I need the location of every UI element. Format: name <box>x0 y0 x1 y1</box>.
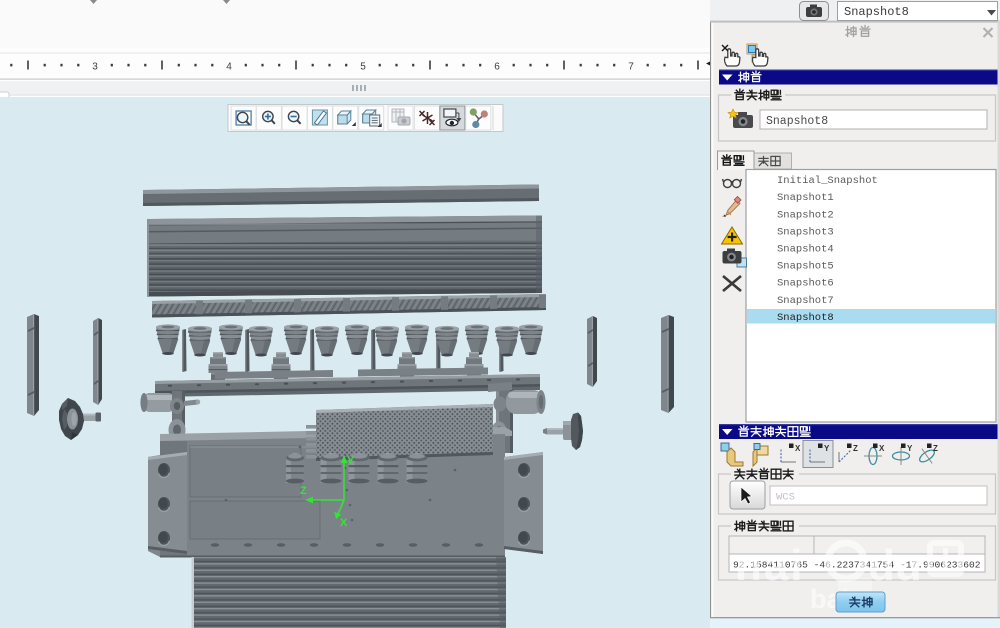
svg-text:Y: Y <box>347 455 355 467</box>
svg-text:Initial_Snapshot: Initial_Snapshot <box>777 175 878 187</box>
svg-text:6: 6 <box>494 62 500 73</box>
svg-text:Z: Z <box>300 485 307 497</box>
svg-text:nai: nai <box>735 541 805 590</box>
svg-text:Snapshot2: Snapshot2 <box>777 209 834 221</box>
svg-text:X: X <box>340 517 348 529</box>
svg-text:Snapshot5: Snapshot5 <box>777 261 834 273</box>
svg-text:X: X <box>879 444 885 453</box>
svg-text:Y: Y <box>907 444 913 453</box>
svg-text:X: X <box>795 444 801 453</box>
svg-text:Snapshot1: Snapshot1 <box>777 192 834 204</box>
svg-text:Snapshot7: Snapshot7 <box>777 295 834 307</box>
svg-text:du: du <box>868 541 922 590</box>
svg-text:Z: Z <box>853 444 858 453</box>
svg-text:4: 4 <box>226 62 232 73</box>
svg-text:Snapshot6: Snapshot6 <box>777 278 834 290</box>
svg-text:7: 7 <box>628 62 634 73</box>
svg-text:Snapshot8: Snapshot8 <box>766 115 828 128</box>
svg-text:5: 5 <box>360 62 366 73</box>
svg-text:Snapshot3: Snapshot3 <box>777 226 834 238</box>
svg-text:Y: Y <box>824 444 830 453</box>
svg-text:Z: Z <box>933 444 938 453</box>
svg-text:Snapshot8: Snapshot8 <box>844 5 909 19</box>
svg-text:Snapshot8: Snapshot8 <box>777 312 834 324</box>
svg-text:Snapshot4: Snapshot4 <box>777 244 834 256</box>
svg-text:WCS: WCS <box>776 492 795 504</box>
svg-text:3: 3 <box>92 62 98 73</box>
